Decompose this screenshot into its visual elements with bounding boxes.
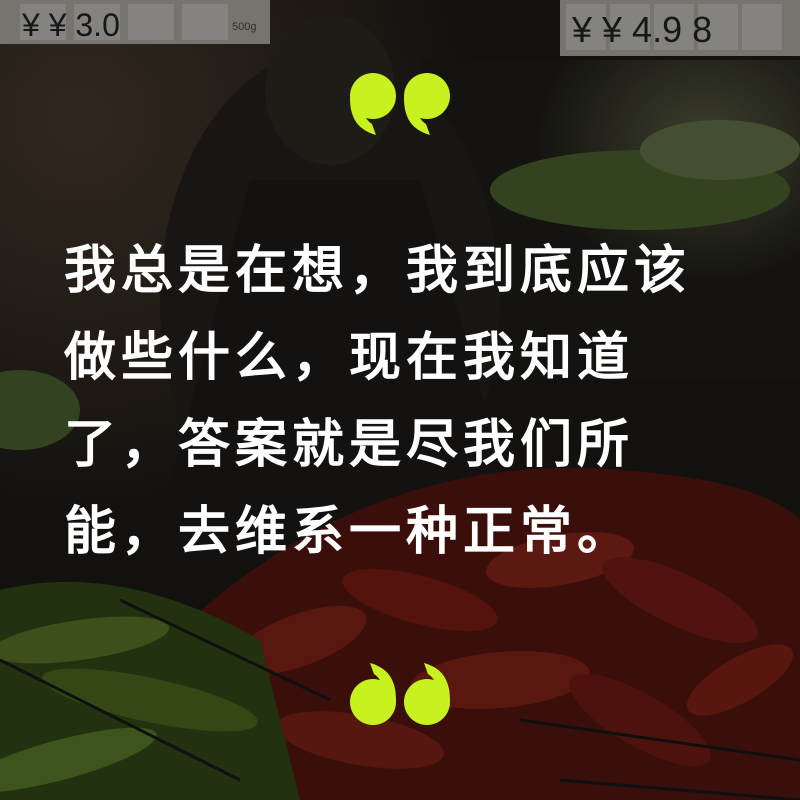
quote-line: 我总是在想，我到底应该 <box>64 241 692 301</box>
quote-card: ¥ ¥ 3.0 500g ¥ ¥ 4.9 8 我总是在想，我到底应该 做些什么，… <box>0 0 800 800</box>
quote-open-icon <box>350 73 450 135</box>
quote-line: 做些什么，现在我知道 <box>64 328 635 388</box>
quote-close-icon <box>350 663 450 725</box>
quote-line: 了，答案就是尽我们所 <box>64 415 635 475</box>
quote-line: 能，去维系一种正常。 <box>64 502 635 562</box>
quote-text: 我总是在想，我到底应该 做些什么，现在我知道 了，答案就是尽我们所 能，去维系一… <box>64 228 754 576</box>
